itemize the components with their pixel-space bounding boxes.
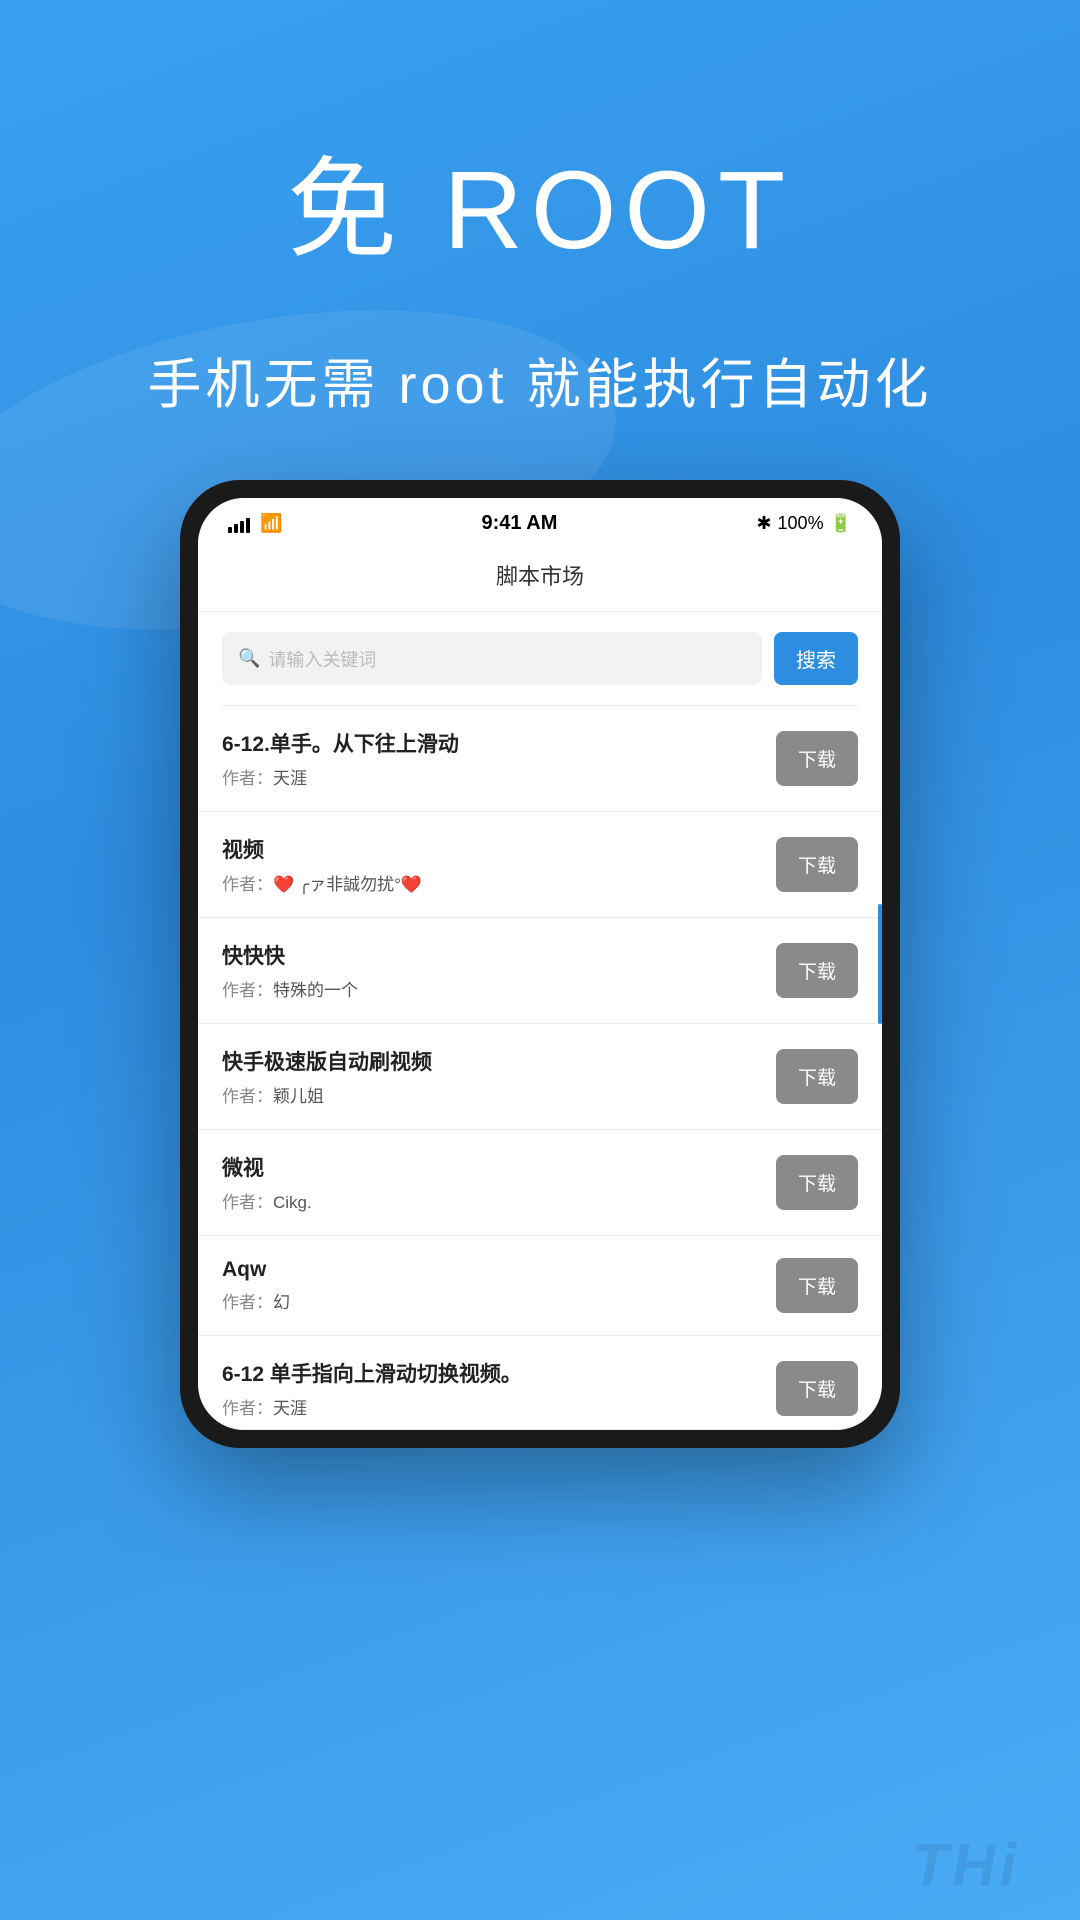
script-author-3: 作者：颖儿姐 [222,1082,776,1107]
author-name-2: 特殊的一个 [273,981,358,1000]
wifi-icon: 📶 [260,513,282,534]
app-header-title: 脚本市场 [198,543,882,612]
status-bar: 📶 9:41 AM ✱ 100% 🔋 [198,498,882,543]
search-placeholder: 请输入关键词 [268,646,376,672]
script-item-3: 快手极速版自动刷视频 作者：颖儿姐 下载 [198,1024,882,1130]
script-author-0: 作者：天涯 [222,764,776,789]
script-author-4: 作者：Cikg. [222,1188,776,1213]
script-info-5: Aqw 作者：幻 [222,1258,776,1313]
author-name-5: 幻 [273,1293,290,1312]
author-prefix-5: 作者： [222,1293,273,1312]
script-item-0: 6-12.单手。从下往上滑动 作者：天涯 下载 [198,706,882,812]
search-input-wrapper[interactable]: 🔍 请输入关键词 [222,632,762,685]
download-button-0[interactable]: 下载 [776,731,858,786]
script-author-2: 作者：特殊的一个 [222,976,776,1001]
download-button-3[interactable]: 下载 [776,1049,858,1104]
search-icon: 🔍 [238,648,260,669]
script-name-0: 6-12.单手。从下往上滑动 [222,728,776,758]
author-name-3: 颖儿姐 [273,1087,324,1106]
phone-frame: 📶 9:41 AM ✱ 100% 🔋 脚本市场 🔍 请输入关键词 搜索 [180,480,900,1448]
bluetooth-icon: ✱ [756,513,771,534]
script-name-6: 6-12 单手指向上滑动切换视频。 [222,1358,776,1388]
script-name-5: Aqw [222,1258,776,1282]
download-button-1[interactable]: 下载 [776,837,858,892]
script-info-4: 微视 作者：Cikg. [222,1152,776,1213]
script-item-6: 6-12 单手指向上滑动切换视频。 作者：天涯 下载 [198,1336,882,1430]
battery-percent: 100% [778,513,824,534]
author-prefix-0: 作者： [222,769,273,788]
script-info-0: 6-12.单手。从下往上滑动 作者：天涯 [222,728,776,789]
script-info-3: 快手极速版自动刷视频 作者：颖儿姐 [222,1046,776,1107]
author-prefix-4: 作者： [222,1193,273,1212]
hero-section: 免 ROOT 手机无需 root 就能执行自动化 [0,0,1080,419]
bottom-watermark: THi [911,1831,1020,1900]
script-name-4: 微视 [222,1152,776,1182]
script-item-1: 视频 作者：❤️ ╭ァ非誠勿扰°❤️ 下载 [198,812,882,918]
author-prefix-2: 作者： [222,981,273,1000]
author-prefix-1: 作者： [222,875,273,894]
signal-bar-2 [234,524,238,533]
author-name-4: Cikg. [273,1193,312,1212]
script-list: 6-12.单手。从下往上滑动 作者：天涯 下载 视频 作者：❤️ ╭ァ非誠勿扰°… [198,706,882,1430]
download-button-4[interactable]: 下载 [776,1155,858,1210]
script-name-2: 快快快 [222,940,776,970]
author-prefix-3: 作者： [222,1087,273,1106]
download-button-6[interactable]: 下载 [776,1361,858,1416]
script-name-1: 视频 [222,834,776,864]
script-author-6: 作者：天涯 [222,1394,776,1419]
author-name-1: ❤️ ╭ァ非誠勿扰°❤️ [273,875,422,894]
script-info-6: 6-12 单手指向上滑动切换视频。 作者：天涯 [222,1358,776,1419]
signal-bars [228,515,250,533]
script-item-5: Aqw 作者：幻 下载 [198,1236,882,1336]
signal-bar-4 [246,518,250,533]
download-button-5[interactable]: 下载 [776,1258,858,1313]
phone-mockup: 📶 9:41 AM ✱ 100% 🔋 脚本市场 🔍 请输入关键词 搜索 [180,480,900,1448]
status-time: 9:41 AM [481,512,557,535]
author-name-0: 天涯 [273,769,307,788]
signal-bar-3 [240,521,244,533]
script-info-1: 视频 作者：❤️ ╭ァ非誠勿扰°❤️ [222,834,776,895]
status-left: 📶 [228,513,282,534]
author-name-6: 天涯 [273,1399,307,1418]
author-prefix-6: 作者： [222,1399,273,1418]
scroll-indicator [878,904,882,1024]
script-author-1: 作者：❤️ ╭ァ非誠勿扰°❤️ [222,870,776,895]
script-item-2: 快快快 作者：特殊的一个 下载 [198,918,882,1024]
battery-icon: 🔋 [830,513,852,534]
hero-title: 免 ROOT [0,120,1080,280]
search-button[interactable]: 搜索 [774,632,858,685]
status-right: ✱ 100% 🔋 [756,513,852,534]
hero-subtitle: 手机无需 root 就能执行自动化 [0,340,1080,419]
download-button-2[interactable]: 下载 [776,943,858,998]
script-author-5: 作者：幻 [222,1288,776,1313]
phone-screen: 📶 9:41 AM ✱ 100% 🔋 脚本市场 🔍 请输入关键词 搜索 [198,498,882,1430]
signal-bar-1 [228,527,232,533]
search-bar: 🔍 请输入关键词 搜索 [198,612,882,705]
script-info-2: 快快快 作者：特殊的一个 [222,940,776,1001]
script-name-3: 快手极速版自动刷视频 [222,1046,776,1076]
script-item-4: 微视 作者：Cikg. 下载 [198,1130,882,1236]
